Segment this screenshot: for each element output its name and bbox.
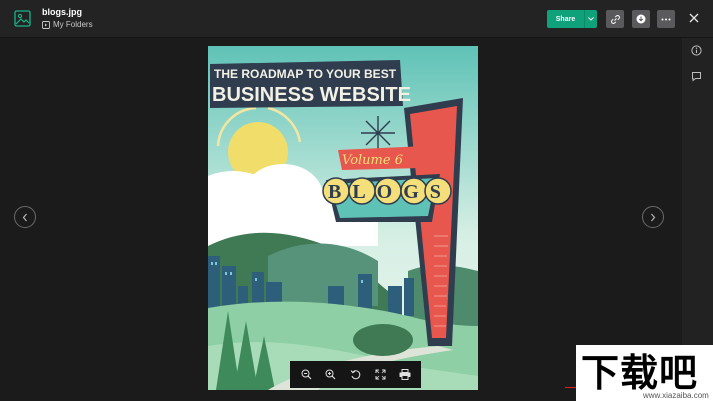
info-icon[interactable] <box>691 45 702 56</box>
headline-line1: THE ROADMAP TO YOUR BEST <box>214 67 397 81</box>
share-button-label: Share <box>555 15 576 23</box>
link-icon <box>610 14 620 24</box>
print-icon <box>399 369 411 380</box>
rotate-icon <box>350 370 361 380</box>
image-preview: THE ROADMAP TO YOUR BEST BUSINESS WEBSIT… <box>208 46 478 390</box>
share-options-chevron-icon[interactable] <box>585 17 597 21</box>
close-icon[interactable] <box>688 12 700 24</box>
download-button[interactable] <box>632 10 650 28</box>
zoom-out-button[interactable] <box>299 368 313 382</box>
share-button[interactable]: Share <box>547 10 597 28</box>
zoom-out-icon <box>301 369 312 380</box>
viewer-header: blogs.jpg My Folders Share <box>0 0 713 38</box>
headline-line2: BUSINESS WEBSITE <box>212 84 411 106</box>
folder-label: My Folders <box>53 20 93 29</box>
previous-image-button[interactable] <box>14 206 36 228</box>
chevron-left-icon <box>22 213 27 221</box>
comment-icon[interactable] <box>691 71 702 82</box>
zoom-in-icon <box>325 369 336 380</box>
rotate-button[interactable] <box>348 368 362 382</box>
image-toolbar <box>290 361 421 388</box>
folder-breadcrumb[interactable]: My Folders <box>42 20 93 29</box>
expand-icon <box>375 369 386 380</box>
copy-link-button[interactable] <box>606 10 624 28</box>
ellipsis-icon <box>661 18 671 20</box>
download-icon <box>636 14 646 24</box>
sign-text: BLOGS <box>328 181 452 203</box>
watermark-logo: 下载吧 www.xiazaiba.com <box>576 345 713 401</box>
file-name: blogs.jpg <box>42 7 82 17</box>
chevron-right-icon <box>651 213 656 221</box>
next-image-button[interactable] <box>642 206 664 228</box>
fullscreen-button[interactable] <box>373 368 387 382</box>
svg-text:www.xiazaiba.com: www.xiazaiba.com <box>642 391 709 400</box>
zoom-in-button[interactable] <box>324 368 338 382</box>
print-button[interactable] <box>398 368 412 382</box>
svg-text:下载吧: 下载吧 <box>581 351 698 395</box>
image-file-icon <box>14 10 31 27</box>
more-options-button[interactable] <box>657 10 675 28</box>
folder-icon <box>42 20 50 29</box>
image-viewer: blogs.jpg My Folders Share THE ROADMAP T… <box>0 0 713 401</box>
volume-text: Volume 6 <box>342 153 403 168</box>
